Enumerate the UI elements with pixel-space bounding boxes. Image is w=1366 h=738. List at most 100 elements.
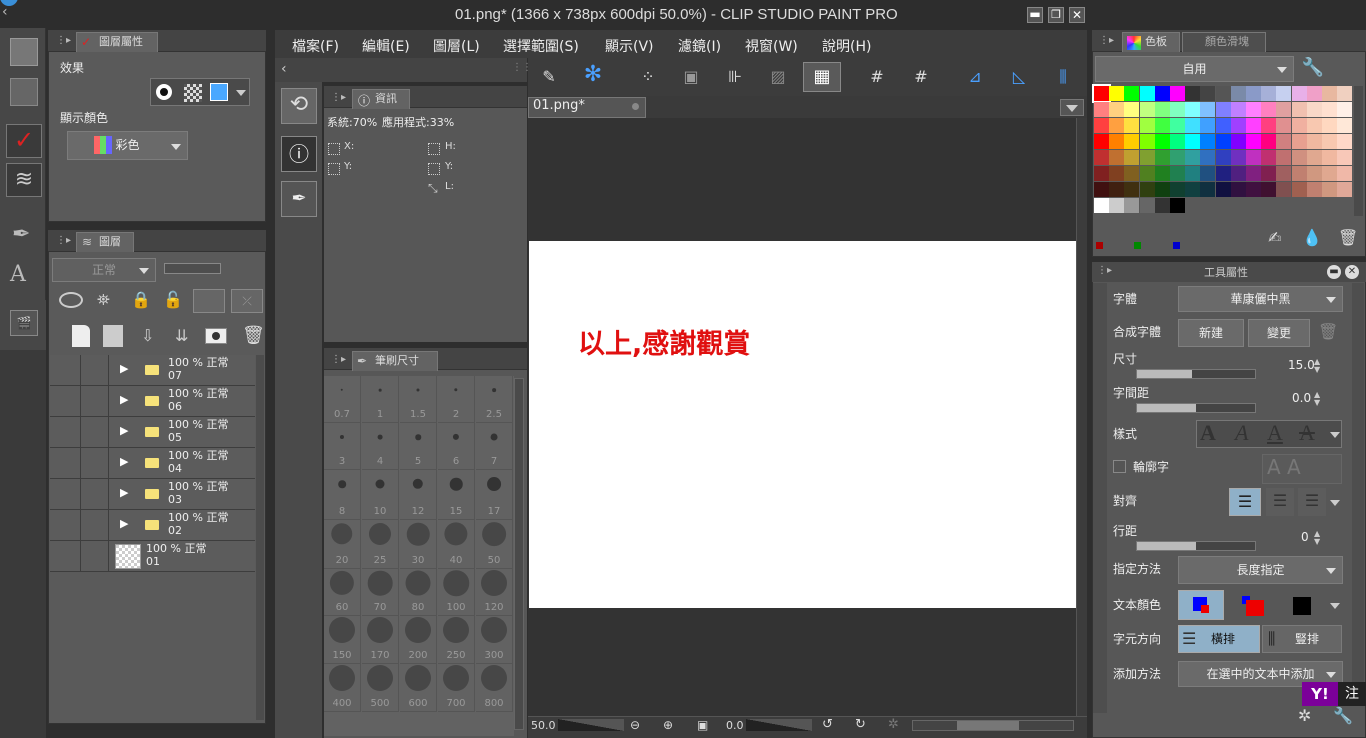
middle-collapse-icon[interactable]: ‹ <box>281 61 287 77</box>
zoom-out-icon[interactable]: ⊖ <box>630 718 640 732</box>
palette-swatch[interactable] <box>1230 150 1246 165</box>
palette-swatch[interactable] <box>1200 134 1216 149</box>
spacing-value[interactable]: 0.0 <box>1292 391 1311 405</box>
brush-size-cell[interactable]: 12 <box>400 470 437 520</box>
layer-color-effect-icon[interactable] <box>210 83 228 101</box>
brush-size-cell[interactable]: 10 <box>362 470 399 520</box>
palette-swatch[interactable] <box>1306 118 1322 133</box>
text-side-icon[interactable]: A <box>10 262 26 287</box>
palette-swatch[interactable] <box>1109 86 1125 101</box>
palette-swatch[interactable] <box>1215 102 1231 117</box>
palette-swatch[interactable] <box>1185 150 1201 165</box>
delete-color-icon[interactable]: 🗑 <box>1338 228 1358 247</box>
blend-mode-dropdown[interactable]: 正常 <box>52 258 156 282</box>
palette-swatch[interactable] <box>1124 86 1140 101</box>
layer-visibility-toggle[interactable] <box>50 448 81 479</box>
palette-swatch[interactable] <box>1306 102 1322 117</box>
perspective-icon[interactable]: ⊿ <box>964 66 986 88</box>
menu-item-1[interactable]: 編輯(E) <box>362 36 410 56</box>
canvas-vertical-scrollbar[interactable] <box>1076 118 1087 716</box>
brush-size-cell[interactable]: 200 <box>400 616 437 664</box>
main-color-button[interactable] <box>1178 590 1224 620</box>
align-right-icon[interactable]: ☰ <box>1298 488 1326 516</box>
palette-swatch[interactable] <box>1337 134 1353 149</box>
mask-enable-icon[interactable] <box>193 289 225 313</box>
brush-size-cell[interactable]: 5 <box>400 423 437 470</box>
zoom-value[interactable]: 50.0 <box>531 719 556 732</box>
brush-size-cell[interactable]: 700 <box>438 664 475 712</box>
brush-size-cell[interactable]: 8 <box>324 470 361 520</box>
palette-swatch[interactable] <box>1261 118 1277 133</box>
menu-item-3[interactable]: 選擇範圍(S) <box>503 36 579 56</box>
bold-style-icon[interactable]: A <box>1200 420 1216 446</box>
recent-green-swatch[interactable] <box>1134 242 1141 249</box>
zoom-slider[interactable] <box>558 719 624 731</box>
palette-swatch[interactable] <box>1094 198 1109 213</box>
black-color-icon[interactable] <box>1293 597 1311 615</box>
selection-box-icon[interactable]: ▣ <box>680 66 702 88</box>
brush-size-cell[interactable]: 20 <box>324 520 361 569</box>
align-center-icon[interactable]: ☰ <box>1266 488 1294 516</box>
palette-swatch[interactable] <box>1230 182 1246 197</box>
palette-swatch[interactable] <box>1246 86 1261 101</box>
palette-swatch[interactable] <box>1322 150 1337 165</box>
palette-swatch[interactable] <box>1139 182 1155 197</box>
palette-swatch[interactable] <box>1109 198 1125 213</box>
palette-swatch[interactable] <box>1337 182 1353 197</box>
brush-size-cell[interactable]: 500 <box>362 664 399 712</box>
brush-size-side-icon[interactable]: ✒ <box>281 181 317 217</box>
brush-size-cell[interactable]: 60 <box>324 569 361 616</box>
palette-swatch[interactable] <box>1291 118 1307 133</box>
palette-swatch[interactable] <box>1230 166 1246 181</box>
menu-item-7[interactable]: 說明(H) <box>822 36 871 56</box>
tool-reset-icon[interactable]: ✲ <box>1298 706 1311 725</box>
palette-swatch[interactable] <box>1215 118 1231 133</box>
tone-effect-icon[interactable] <box>184 84 202 102</box>
menu-item-6[interactable]: 視窗(W) <box>745 36 798 56</box>
palette-swatch[interactable] <box>1124 150 1140 165</box>
close-button[interactable]: ✕ <box>1069 7 1085 23</box>
size-value[interactable]: 15.0 <box>1288 358 1315 372</box>
layer-visibility-toggle[interactable] <box>50 355 81 386</box>
create-mask-icon[interactable] <box>205 328 227 344</box>
canvas-tab-close-icon[interactable] <box>632 103 639 110</box>
palette-swatch[interactable] <box>1337 150 1353 165</box>
palette-swatch[interactable] <box>1124 134 1140 149</box>
palette-swatch[interactable] <box>1185 118 1201 133</box>
brush-size-cell[interactable]: 15 <box>438 470 475 520</box>
palette-swatch[interactable] <box>1094 182 1109 197</box>
brush-menu-icon[interactable]: ⋮▸ <box>331 354 346 365</box>
palette-swatch[interactable] <box>1154 166 1170 181</box>
palette-swatch[interactable] <box>1215 182 1231 197</box>
palette-swatch[interactable] <box>1139 118 1155 133</box>
brush-size-cell[interactable]: 150 <box>324 616 361 664</box>
brush-size-cell[interactable]: 80 <box>400 569 437 616</box>
palette-swatch[interactable] <box>1246 102 1261 117</box>
layer-row[interactable]: ▶ 100 % 正常 06 <box>50 386 255 417</box>
expand-icon[interactable]: ▶ <box>120 362 128 375</box>
menu-item-2[interactable]: 圖層(L) <box>433 36 480 56</box>
layer-side-icon[interactable]: ≋ <box>6 163 42 197</box>
tab-color-slider[interactable]: 顏色滑塊 <box>1182 32 1266 52</box>
brush-size-cell[interactable]: 30 <box>400 520 437 569</box>
angle-slider[interactable] <box>746 719 812 731</box>
palette-swatch[interactable] <box>1109 102 1125 117</box>
palette-swatch[interactable] <box>1170 118 1185 133</box>
expand-icon[interactable]: ▶ <box>120 424 128 437</box>
ruler-icon[interactable]: ⊪ <box>724 66 746 88</box>
border-effect-icon[interactable] <box>156 84 172 100</box>
grid-frame-button[interactable]: ▦ <box>803 62 841 92</box>
palette-swatch[interactable] <box>1154 86 1170 101</box>
layer-edit-toggle[interactable] <box>81 510 109 541</box>
layer-visibility-toggle[interactable] <box>50 417 81 448</box>
palette-swatch[interactable] <box>1261 182 1277 197</box>
align-dropdown-icon[interactable] <box>1330 500 1340 506</box>
palette-swatch[interactable] <box>1261 102 1277 117</box>
palette-swatch[interactable] <box>1109 118 1125 133</box>
palette-swatch[interactable] <box>1230 134 1246 149</box>
brush-size-cell[interactable]: 2 <box>438 376 475 423</box>
palette-swatch[interactable] <box>1337 86 1353 101</box>
palette-swatch[interactable] <box>1291 166 1307 181</box>
expand-icon[interactable]: ▶ <box>120 393 128 406</box>
palette-swatch[interactable] <box>1215 86 1231 101</box>
